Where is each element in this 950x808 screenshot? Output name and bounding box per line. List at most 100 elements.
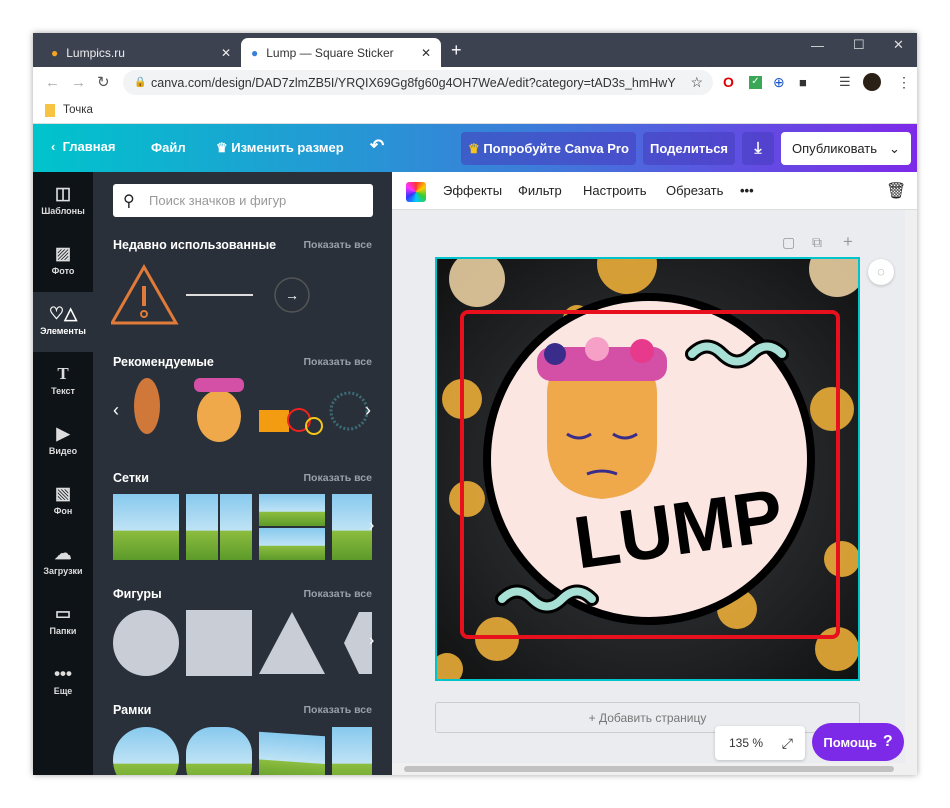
more-shapes (259, 612, 372, 674)
publish-button[interactable]: Опубликовать ⌄ (781, 132, 911, 165)
grid-thumb-2a[interactable] (186, 494, 218, 560)
reload-icon[interactable]: ↻ (97, 73, 110, 91)
effects-button[interactable]: Эффекты (443, 183, 502, 198)
face-illustration (537, 337, 667, 499)
bookmark-star-icon[interactable]: ☆ (690, 74, 703, 91)
vpn-extension-icon[interactable]: ⊕ (773, 74, 785, 91)
vertical-scrollbar[interactable] (905, 210, 917, 775)
extension-icon[interactable]: ■ (799, 75, 807, 90)
arrow-circle-icon[interactable]: → (274, 277, 310, 313)
sidebar-item-video[interactable]: ▶ Видео (33, 412, 93, 472)
trash-icon[interactable]: 🗑 (886, 181, 906, 201)
abstract-sticker[interactable] (259, 408, 323, 435)
window-close-icon[interactable]: ✕ (893, 37, 904, 53)
new-tab-icon[interactable]: + (451, 40, 462, 61)
template-icon: ◫ (54, 184, 72, 203)
triangle-shape[interactable] (259, 612, 325, 674)
show-all-frames[interactable]: Показать все (304, 704, 373, 716)
editor-area: Эффекты Фильтр Настроить Обрезать ••• 🗑 … (392, 172, 917, 775)
address-bar-row: ← → ↻ 🔒 canva.com/design/DAD7zlmZB5I/YRQI… (33, 67, 917, 97)
adjust-button[interactable]: Настроить (583, 183, 647, 198)
folder-icon (45, 103, 55, 117)
frame-circle[interactable] (113, 727, 179, 775)
media-icon[interactable]: ☰ (839, 74, 851, 90)
opera-extension-icon[interactable]: O (723, 74, 734, 90)
scroll-right-icon[interactable]: › (369, 517, 389, 537)
sidebar-item-more[interactable]: ••• Еще (33, 652, 93, 712)
note-icon[interactable]: ▢ (782, 234, 795, 251)
menu-icon[interactable]: ⋮ (897, 74, 911, 91)
tab-canva[interactable]: ● Lump — Square Sticker ✕ (241, 38, 441, 67)
lock-icon: 🔒 (134, 77, 147, 88)
forward-icon[interactable]: → (71, 74, 86, 91)
sidebar-item-elements[interactable]: ♡△ Элементы (33, 292, 93, 352)
tab-lumpics[interactable]: ● Lumpics.ru ✕ (41, 38, 241, 67)
comment-icon[interactable]: ◌ (868, 259, 894, 285)
show-all-recent[interactable]: Показать все (304, 239, 373, 251)
color-icon[interactable] (406, 182, 426, 202)
photo-icon: ▨ (54, 244, 72, 263)
try-pro-button[interactable]: ♛ Попробуйте Canva Pro (461, 132, 636, 165)
minimize-icon[interactable]: — (811, 38, 824, 53)
crop-button[interactable]: Обрезать (666, 183, 723, 198)
back-icon[interactable]: ← (45, 74, 60, 91)
leaf-sticker[interactable] (134, 378, 160, 434)
circle-shape[interactable] (113, 610, 179, 676)
close-tab-icon[interactable]: ✕ (221, 46, 231, 60)
browser-window: ● Lumpics.ru ✕ ● Lump — Square Sticker ✕ + —… (33, 33, 917, 775)
grid-thumb-3b[interactable] (259, 528, 325, 560)
zoom-control[interactable]: 135 % ⤢ (715, 726, 805, 760)
scroll-right-icon[interactable]: › (369, 632, 389, 652)
show-all-grids[interactable]: Показать все (304, 472, 373, 484)
home-button[interactable]: ‹ Главная (51, 139, 115, 154)
sidebar-item-photo[interactable]: ▨ Фото (33, 232, 93, 292)
more-icon: ••• (54, 664, 72, 683)
show-all-shapes[interactable]: Показать все (304, 588, 373, 600)
section-title-recent: Недавно использованные (113, 238, 277, 252)
sidebar-item-background[interactable]: ▧ Фон (33, 472, 93, 532)
more-options-button[interactable]: ••• (740, 183, 754, 198)
face-sticker[interactable] (194, 378, 244, 442)
warning-icon[interactable] (111, 264, 179, 325)
sidebar-item-uploads[interactable]: ☁ Загрузки (33, 532, 93, 592)
section-title-shapes: Фигуры (113, 587, 162, 601)
duplicate-icon[interactable]: ⧉ (812, 234, 822, 251)
horizontal-scrollbar[interactable] (392, 763, 905, 775)
pattern-sticker[interactable] (329, 391, 369, 431)
download-icon[interactable]: ⤓ (742, 132, 774, 165)
close-tab-icon[interactable]: ✕ (421, 46, 431, 60)
grid-thumb-1[interactable] (113, 494, 179, 560)
maximize-icon[interactable]: ☐ (853, 37, 865, 53)
scroll-left-icon[interactable]: ‹ (113, 400, 119, 420)
grid-thumb-3a[interactable] (259, 494, 325, 526)
sidebar-item-text[interactable]: T Текст (33, 352, 93, 412)
search-input[interactable]: ⚲ Поиск значков и фигур (113, 184, 373, 217)
fullscreen-icon[interactable]: ⤢ (782, 735, 793, 752)
share-button[interactable]: Поделиться (643, 132, 735, 165)
add-icon[interactable]: + (843, 232, 853, 252)
help-button[interactable]: Помощь? (812, 723, 904, 761)
sidebar-item-folders[interactable]: ▭ Папки (33, 592, 93, 652)
filter-button[interactable]: Фильтр (518, 183, 562, 198)
sidebar-item-templates[interactable]: ◫ Шаблоны (33, 172, 93, 232)
grid-thumb-2b[interactable] (220, 494, 252, 560)
grid-thumb-4[interactable] (332, 494, 372, 560)
frame-tilted[interactable] (259, 731, 325, 775)
resize-button[interactable]: ♛ Изменить размер (216, 140, 344, 156)
frame-flower[interactable] (186, 727, 252, 775)
frame-other[interactable] (332, 727, 372, 775)
search-icon: ⚲ (123, 192, 135, 210)
undo-icon[interactable]: ↶ (370, 136, 384, 156)
bookmark-tochka[interactable]: Точка (63, 104, 93, 116)
url-input[interactable]: 🔒 canva.com/design/DAD7zlmZB5I/YRQIX69Gg8… (123, 70, 713, 95)
show-all-recommended[interactable]: Показать все (304, 356, 373, 368)
scrollbar-thumb[interactable] (404, 766, 894, 772)
file-menu[interactable]: Файл (151, 140, 186, 155)
scroll-right-icon[interactable]: › (365, 400, 371, 420)
recommended-elements: ‹ › (113, 378, 371, 442)
square-shape[interactable] (186, 610, 252, 676)
design-canvas[interactable]: LUMP (435, 257, 860, 681)
avatar[interactable] (863, 73, 881, 91)
check-extension-icon[interactable]: ✓ (749, 75, 762, 89)
hexagon-shape[interactable] (344, 612, 372, 674)
